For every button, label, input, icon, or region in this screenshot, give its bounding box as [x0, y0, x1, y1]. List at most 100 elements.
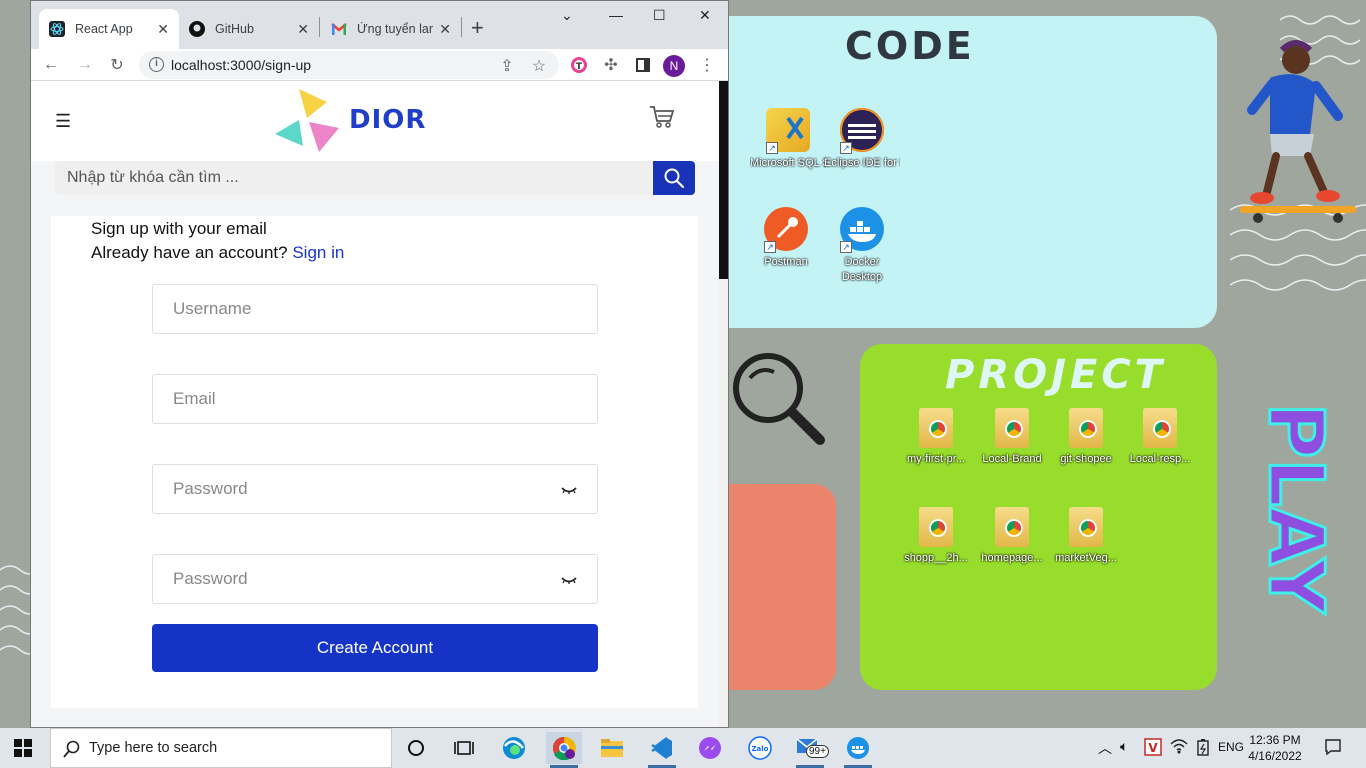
browser-toolbar: ← → ↻ i localhost:3000/sign-up ⇪ ☆ T ✣ N…	[31, 49, 728, 81]
desktop-folder-local-brand[interactable]: Local-Brand	[974, 408, 1050, 467]
forward-button[interactable]: →	[73, 53, 97, 77]
tray-chevron-up-icon[interactable]: ︿	[1098, 738, 1112, 758]
show-password-eye-icon[interactable]	[561, 485, 577, 495]
confirm-password-field[interactable]	[152, 554, 598, 604]
cortana-icon[interactable]	[398, 732, 434, 764]
extension-t-icon[interactable]: T	[567, 53, 591, 77]
signup-form-card: Sign up with your email Already have an …	[51, 216, 698, 708]
svg-text:PLAY: PLAY	[1252, 403, 1336, 615]
maximize-button[interactable]: ☐	[653, 7, 666, 24]
reload-button[interactable]: ↻	[105, 53, 129, 77]
v-app-tray-icon[interactable]: V	[1144, 738, 1162, 759]
folder-icon	[1069, 408, 1103, 448]
windows-start-icon[interactable]	[14, 739, 32, 757]
notification-icon[interactable]	[1324, 738, 1342, 759]
mail-badge: 99+	[806, 745, 829, 758]
tab-strip: React App ✕ GitHub ✕ Ứng tuyển lan ✕ + ⌄…	[31, 1, 728, 49]
desktop-folder-local-resp[interactable]: Local-resp...	[1122, 408, 1198, 467]
page-scrollbar[interactable]	[719, 81, 728, 727]
desktop-folder-my-first-project[interactable]: my-first-pr...	[898, 408, 974, 467]
volume-icon[interactable]: 🔈︎	[1120, 738, 1128, 755]
cart-icon[interactable]	[649, 105, 675, 129]
tab-react-app[interactable]: React App ✕	[39, 9, 179, 49]
tab-github[interactable]: GitHub ✕	[179, 9, 319, 49]
tab-search-chevron-icon[interactable]: ⌄	[561, 7, 573, 24]
hamburger-menu-icon[interactable]: ☰	[55, 111, 71, 132]
task-view-icon[interactable]	[446, 732, 482, 764]
close-tab-icon[interactable]: ✕	[157, 21, 169, 38]
desktop-folder-homepage[interactable]: homepage...	[974, 507, 1050, 566]
svg-text:T: T	[576, 62, 583, 72]
chrome-taskbar-icon[interactable]	[546, 732, 582, 768]
search-icon	[664, 168, 684, 188]
docker-icon: ↗	[840, 207, 884, 253]
site-search	[55, 161, 695, 195]
extensions-puzzle-icon[interactable]: ✣	[599, 53, 623, 77]
tab-gmail[interactable]: Ứng tuyển lan ✕	[321, 9, 461, 49]
scrollbar-thumb[interactable]	[719, 81, 728, 279]
zalo-icon[interactable]: Zalo	[742, 732, 778, 764]
mail-icon[interactable]: 99+	[792, 732, 829, 768]
desktop-icon-docker[interactable]: ↗ Docker Desktop	[824, 207, 900, 285]
svg-text:V: V	[1148, 741, 1158, 755]
desktop-icon-eclipse[interactable]: ↗ Eclipse IDE for Enterpri...	[824, 108, 900, 171]
menu-kebab-icon[interactable]: ⋮	[695, 53, 719, 77]
signin-link[interactable]: Sign in	[292, 243, 344, 262]
eclipse-icon: ↗	[840, 108, 884, 154]
desktop-folder-marketveg[interactable]: marketVeg...	[1048, 507, 1124, 566]
create-account-button[interactable]: Create Account	[152, 624, 598, 672]
email-field[interactable]	[152, 374, 598, 424]
folder-icon	[919, 408, 953, 448]
username-field[interactable]	[152, 284, 598, 334]
folder-icon	[995, 408, 1029, 448]
edge-icon[interactable]	[496, 732, 532, 764]
magnifier-decoration	[733, 353, 825, 445]
taskbar-clock[interactable]: 12:36 PM 4/16/2022	[1240, 732, 1310, 764]
web-page: ☰ DIOR Sign up with your email	[31, 81, 719, 727]
minimize-button[interactable]: —	[609, 7, 623, 23]
messenger-icon[interactable]	[692, 732, 728, 764]
docker-taskbar-icon[interactable]	[840, 732, 876, 768]
password-field[interactable]	[152, 464, 598, 514]
battery-icon[interactable]	[1196, 738, 1210, 759]
wifi-icon[interactable]	[1170, 738, 1188, 757]
file-explorer-icon[interactable]	[594, 732, 630, 764]
close-window-button[interactable]: ✕	[699, 7, 711, 24]
taskbar-search-box[interactable]: Type here to search	[50, 728, 392, 768]
desktop-folder-git-shopee[interactable]: git-shopee	[1048, 408, 1124, 467]
close-tab-icon[interactable]: ✕	[297, 21, 309, 38]
bookmark-star-icon[interactable]: ☆	[527, 54, 551, 78]
desktop-icon-postman[interactable]: ↗ Postman	[748, 207, 824, 270]
show-confirm-password-eye-icon[interactable]	[561, 575, 577, 585]
folder-icon	[1069, 507, 1103, 547]
logo-text[interactable]: DIOR	[349, 105, 426, 135]
info-icon[interactable]: i	[149, 57, 164, 72]
url-text: localhost:3000/sign-up	[171, 57, 312, 73]
site-search-input[interactable]	[55, 161, 653, 195]
desktop-icon-sql-server[interactable]: ↗ Microsoft SQL Server ...	[750, 108, 826, 171]
skateboarder-illustration	[1240, 40, 1356, 223]
new-tab-button[interactable]: +	[471, 15, 484, 41]
profile-avatar[interactable]: N	[663, 55, 685, 77]
folder-icon	[919, 507, 953, 547]
project-title: PROJECT	[945, 352, 1166, 398]
desktop-folder-shopp[interactable]: shopp__2h...	[898, 507, 974, 566]
svg-text:Zalo: Zalo	[751, 745, 768, 753]
github-icon	[189, 21, 205, 37]
browser-window: React App ✕ GitHub ✕ Ứng tuyển lan ✕ + ⌄…	[30, 0, 729, 728]
folder-icon	[1143, 408, 1177, 448]
share-icon[interactable]: ⇪	[495, 54, 519, 78]
signup-title: Sign up with your email	[91, 219, 267, 238]
taskbar: Type here to search Zalo 99+ ︿ 🔈︎ V ENG	[0, 728, 1366, 768]
code-title: CODE	[845, 24, 975, 68]
play-word: PLAY	[1251, 401, 1337, 616]
vscode-icon[interactable]	[644, 732, 680, 768]
back-button[interactable]: ←	[39, 53, 63, 77]
side-panel-icon[interactable]	[631, 53, 655, 77]
search-icon	[63, 740, 80, 758]
folder-icon	[995, 507, 1029, 547]
gmail-icon	[331, 21, 347, 37]
signin-prompt: Already have an account? Sign in	[91, 243, 345, 262]
site-search-button[interactable]	[653, 161, 695, 195]
close-tab-icon[interactable]: ✕	[439, 21, 451, 38]
